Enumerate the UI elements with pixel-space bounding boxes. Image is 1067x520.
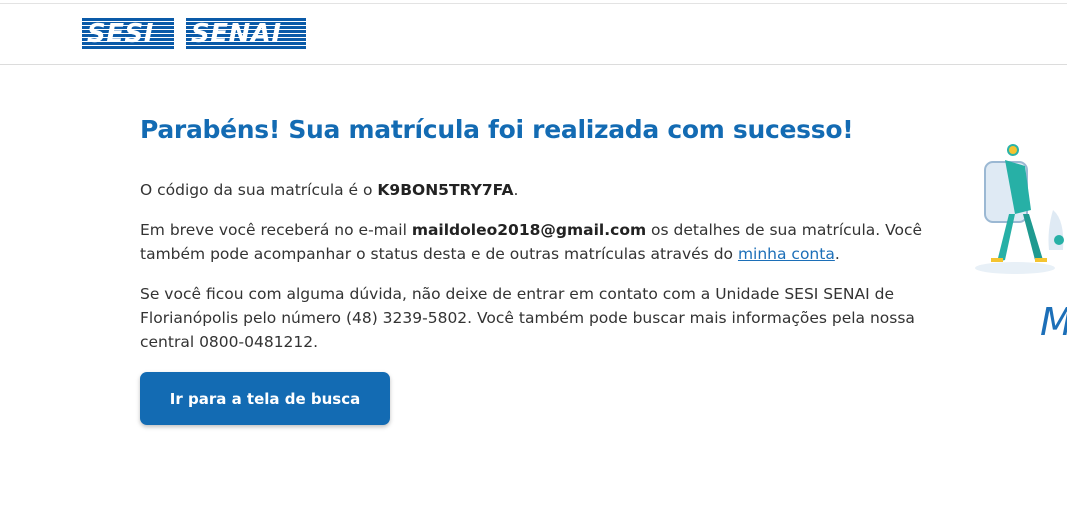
logo-senai: SENAI	[186, 18, 306, 50]
go-to-search-button[interactable]: Ir para a tela de busca	[140, 372, 390, 425]
p1-prefix: O código da sua matrícula é o	[140, 181, 378, 199]
user-email: maildoleo2018@gmail.com	[411, 221, 647, 239]
enrollment-code-paragraph: O código da sua matrícula é o K9BON5TRY7…	[140, 178, 940, 202]
logo-sesi: SESI	[82, 18, 174, 50]
p2-prefix: Em breve você receberá no e-mail	[140, 221, 412, 239]
logo-sesi-text: SESI	[87, 19, 154, 49]
enrollment-code: K9BON5TRY7FA	[377, 181, 514, 199]
my-account-link[interactable]: minha conta	[738, 245, 835, 263]
illustration-person-icon	[975, 144, 1064, 274]
site-header: SESI SENAI	[0, 4, 1067, 65]
sesi-senai-logo[interactable]: SESI SENAI	[82, 18, 306, 50]
success-content: Parabéns! Sua matrícula foi realizada co…	[140, 110, 950, 425]
page-title: Parabéns! Sua matrícula foi realizada co…	[140, 115, 854, 144]
email-paragraph: Em breve você receberá no e-mail maildol…	[140, 218, 940, 266]
logo-senai-text: SENAI	[191, 19, 282, 49]
partial-heading-letter: M	[1040, 300, 1067, 344]
p2-suffix: .	[834, 245, 840, 263]
contact-paragraph: Se você ficou com alguma dúvida, não dei…	[140, 285, 915, 351]
p1-suffix: .	[513, 181, 519, 199]
